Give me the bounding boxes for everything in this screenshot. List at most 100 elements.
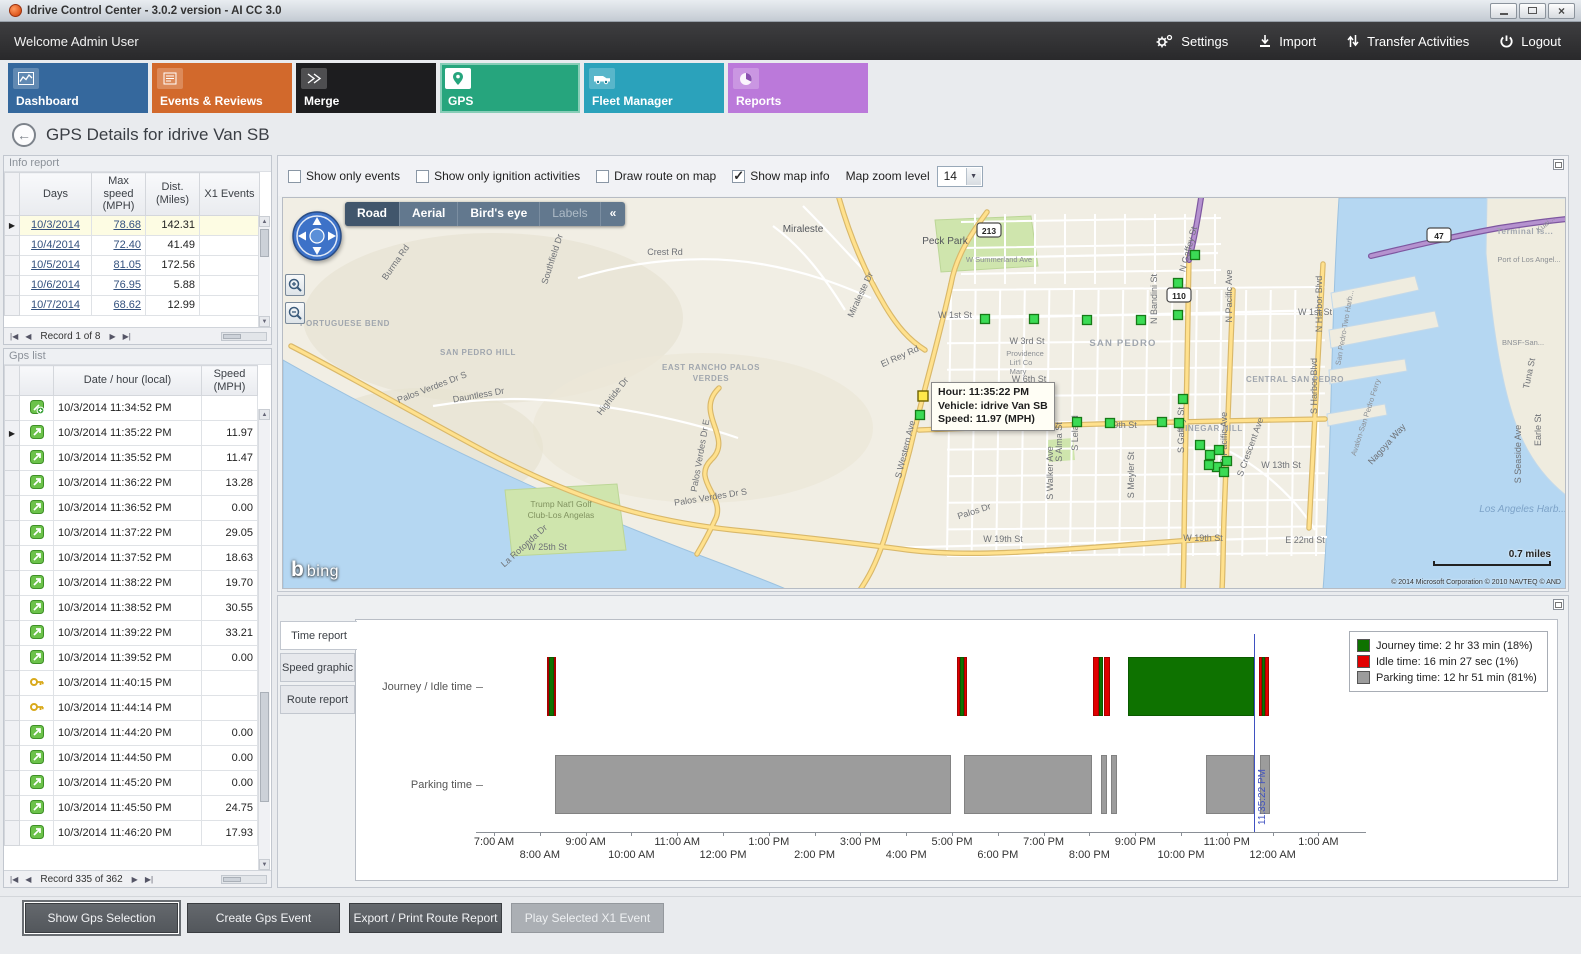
- gps-list-row[interactable]: ▶10/3/2014 11:35:22 PM11.97: [5, 421, 258, 446]
- gps-marker[interactable]: [916, 411, 925, 420]
- gps-list-row[interactable]: 10/3/2014 11:44:50 PM0.00: [5, 746, 258, 771]
- max-speed-link[interactable]: 76.95: [113, 279, 141, 291]
- module-tab-events-reviews[interactable]: Events & Reviews: [152, 63, 292, 113]
- info-column-header[interactable]: Dist. (Miles): [146, 173, 200, 216]
- module-tab-dashboard[interactable]: Dashboard: [8, 63, 148, 113]
- gps-list-row[interactable]: 10/3/2014 11:44:20 PM0.00: [5, 721, 258, 746]
- gps-marker[interactable]: [1206, 451, 1215, 460]
- scroll-up-icon[interactable]: ▲: [259, 216, 270, 227]
- pager-scrollbar[interactable]: [221, 332, 267, 341]
- show-gps-selection-button[interactable]: Show Gps Selection: [25, 903, 178, 933]
- gps-list-row[interactable]: 10/3/2014 11:35:52 PM11.47: [5, 446, 258, 471]
- module-tab-reports[interactable]: Reports: [728, 63, 868, 113]
- gps-marker[interactable]: [1073, 418, 1082, 427]
- export-print-route-report-button[interactable]: Export / Print Route Report: [349, 903, 502, 933]
- pager-scrollbar[interactable]: [221, 875, 267, 884]
- first-page-icon[interactable]: |◀: [8, 875, 20, 884]
- prev-page-icon[interactable]: ◀: [23, 875, 33, 884]
- gps-marker[interactable]: [1223, 457, 1232, 466]
- checkbox-show-only-events[interactable]: Show only events: [288, 169, 400, 183]
- scroll-down-icon[interactable]: ▼: [259, 316, 270, 327]
- chevron-down-icon[interactable]: ▼: [966, 168, 981, 185]
- checkbox-show-map-info[interactable]: Show map info: [732, 169, 829, 183]
- minimize-button[interactable]: [1490, 3, 1517, 19]
- bing-map[interactable]: 21311047 MiralestePeck ParkW Summerland …: [283, 198, 1566, 589]
- checkbox-box-icon[interactable]: [732, 170, 745, 183]
- gps-marker[interactable]: [1196, 441, 1205, 450]
- gps-marker[interactable]: [1220, 468, 1229, 477]
- back-button[interactable]: ←: [12, 123, 36, 147]
- gps-marker[interactable]: [1137, 316, 1146, 325]
- prev-page-icon[interactable]: ◀: [23, 332, 33, 341]
- max-speed-link[interactable]: 81.05: [113, 259, 141, 271]
- chart-panel-collapse-icon[interactable]: [1553, 599, 1564, 610]
- gps-column-header[interactable]: Speed (MPH): [202, 366, 258, 396]
- topbar-import-button[interactable]: Import: [1258, 34, 1316, 49]
- scroll-up-icon[interactable]: ▲: [259, 409, 270, 420]
- last-page-icon[interactable]: ▶|: [121, 332, 133, 341]
- gps-list-row[interactable]: 10/3/2014 11:38:22 PM19.70: [5, 571, 258, 596]
- map-compass-control[interactable]: [291, 210, 343, 265]
- gps-marker[interactable]: [1175, 419, 1184, 428]
- gps-marker[interactable]: [981, 315, 990, 324]
- module-tab-fleet-manager[interactable]: Fleet Manager: [584, 63, 724, 113]
- day-link[interactable]: 10/7/2014: [31, 299, 80, 311]
- module-tab-merge[interactable]: Merge: [296, 63, 436, 113]
- max-speed-link[interactable]: 72.40: [113, 239, 141, 251]
- next-page-icon[interactable]: ▶: [130, 875, 140, 884]
- map-zoom-in-button[interactable]: [285, 274, 305, 296]
- gps-column-header[interactable]: Date / hour (local): [54, 366, 202, 396]
- close-button[interactable]: ×: [1548, 3, 1575, 19]
- gps-marker[interactable]: [1083, 316, 1092, 325]
- tab-time-report[interactable]: Time report: [280, 621, 357, 650]
- map-style-tab-bird-s-eye[interactable]: Bird's eye: [458, 202, 540, 226]
- gps-list-row[interactable]: 10/3/2014 11:36:52 PM0.00: [5, 496, 258, 521]
- gps-marker[interactable]: [1179, 395, 1188, 404]
- tab-route-report[interactable]: Route report: [280, 685, 355, 714]
- map-style-tab-road[interactable]: Road: [345, 202, 400, 226]
- checkbox-draw-route-on-map[interactable]: Draw route on map: [596, 169, 716, 183]
- info-report-table[interactable]: DaysMax speed (MPH)Dist. (Miles)X1 Event…: [4, 172, 260, 316]
- gps-list-row[interactable]: 10/3/2014 11:45:20 PM0.00: [5, 771, 258, 796]
- gps-list-row[interactable]: 10/3/2014 11:37:52 PM18.63: [5, 546, 258, 571]
- max-speed-link[interactable]: 68.62: [113, 299, 141, 311]
- map-panel-collapse-icon[interactable]: [1553, 159, 1564, 170]
- gps-list-row[interactable]: 10/3/2014 11:36:22 PM13.28: [5, 471, 258, 496]
- gps-marker[interactable]: [1205, 461, 1214, 470]
- create-gps-event-button[interactable]: Create Gps Event: [187, 903, 340, 933]
- info-report-row[interactable]: 10/4/201472.4041.49: [5, 235, 260, 255]
- last-page-icon[interactable]: ▶|: [143, 875, 155, 884]
- info-column-header[interactable]: X1 Events: [200, 173, 260, 216]
- max-speed-link[interactable]: 78.68: [113, 219, 141, 231]
- scroll-down-icon[interactable]: ▼: [259, 859, 270, 870]
- day-link[interactable]: 10/4/2014: [31, 239, 80, 251]
- info-report-scrollbar[interactable]: ▲ ▼: [258, 216, 270, 327]
- gps-list-row[interactable]: 10/3/2014 11:45:50 PM24.75: [5, 796, 258, 821]
- gps-list-row[interactable]: 10/3/2014 11:38:52 PM30.55: [5, 596, 258, 621]
- map-viewport[interactable]: 21311047 MiralestePeck ParkW Summerland …: [282, 197, 1566, 589]
- map-style-tab-labels[interactable]: Labels: [540, 202, 600, 226]
- map-zoom-out-button[interactable]: [285, 302, 305, 324]
- gps-marker[interactable]: [1215, 446, 1224, 455]
- gps-list-row[interactable]: 10/3/2014 11:39:22 PM33.21: [5, 621, 258, 646]
- checkbox-show-only-ignition-activities[interactable]: Show only ignition activities: [416, 169, 580, 183]
- topbar-settings-button[interactable]: Settings: [1154, 33, 1228, 49]
- day-link[interactable]: 10/3/2014: [31, 219, 80, 231]
- gps-list-table[interactable]: Date / hour (local)Speed (MPH)10/3/2014 …: [4, 365, 258, 846]
- checkbox-box-icon[interactable]: [416, 170, 429, 183]
- info-report-row[interactable]: 10/5/201481.05172.56: [5, 255, 260, 275]
- checkbox-box-icon[interactable]: [596, 170, 609, 183]
- selected-gps-marker[interactable]: [918, 391, 928, 401]
- gps-marker[interactable]: [1158, 418, 1167, 427]
- info-report-row[interactable]: ▶10/3/201478.68142.31: [5, 215, 260, 235]
- map-tabs-collapse-icon[interactable]: «: [601, 202, 626, 226]
- day-link[interactable]: 10/6/2014: [31, 279, 80, 291]
- info-report-row[interactable]: 10/6/201476.955.88: [5, 275, 260, 295]
- gps-list-row[interactable]: 10/3/2014 11:44:14 PM: [5, 696, 258, 721]
- gps-list-row[interactable]: 10/3/2014 11:34:52 PM: [5, 396, 258, 421]
- gps-list-scrollbar[interactable]: ▲ ▼: [258, 409, 270, 870]
- gps-marker[interactable]: [1174, 279, 1183, 288]
- map-zoom-level-select[interactable]: 14 ▼: [937, 166, 983, 187]
- gps-list-row[interactable]: 10/3/2014 11:40:15 PM: [5, 671, 258, 696]
- tab-speed-graphic[interactable]: Speed graphic: [280, 653, 355, 682]
